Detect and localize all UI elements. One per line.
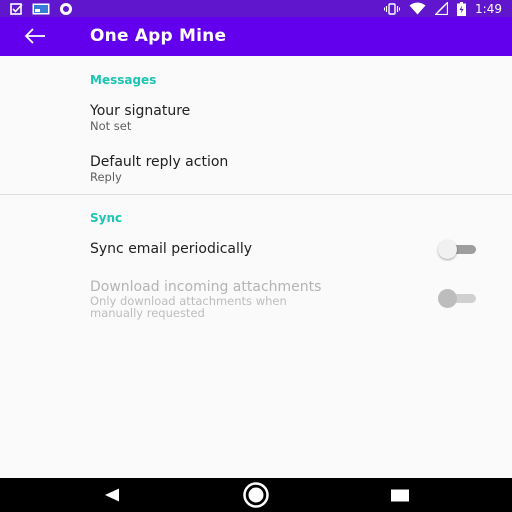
status-bar-system: 1:49 bbox=[384, 0, 502, 17]
pref-summary-line2: manually requested bbox=[90, 306, 205, 320]
pref-title: Download incoming attachments bbox=[90, 279, 322, 295]
pref-summary: Reply bbox=[90, 170, 122, 184]
nav-recents-button[interactable] bbox=[385, 478, 415, 512]
status-time: 1:49 bbox=[475, 1, 502, 16]
media-icon bbox=[32, 3, 50, 14]
navigation-bar bbox=[0, 478, 512, 512]
recents-square-icon bbox=[391, 489, 409, 501]
back-triangle-icon bbox=[105, 488, 119, 502]
switch-thumb bbox=[438, 240, 457, 259]
task-icon bbox=[10, 2, 23, 15]
nav-back-button[interactable] bbox=[97, 478, 127, 512]
back-button[interactable] bbox=[20, 23, 50, 49]
page-title: One App Mine bbox=[90, 26, 227, 46]
arrow-back-icon bbox=[24, 28, 45, 44]
section-header-messages: Messages bbox=[90, 73, 157, 87]
download-attachments-switch bbox=[438, 288, 478, 308]
pref-sync-email-periodically[interactable]: Sync email periodically bbox=[0, 230, 512, 270]
pref-title: Your signature bbox=[90, 103, 191, 119]
status-bar: 1:49 bbox=[0, 0, 512, 17]
section-divider bbox=[0, 194, 512, 195]
nav-home-button[interactable] bbox=[240, 478, 272, 512]
pref-your-signature[interactable]: Your signature Not set bbox=[0, 96, 512, 142]
record-icon bbox=[60, 2, 72, 15]
vibrate-icon bbox=[384, 2, 401, 15]
pref-default-reply-action[interactable]: Default reply action Reply bbox=[0, 146, 512, 192]
sync-periodically-switch[interactable] bbox=[438, 239, 478, 259]
pref-download-attachments: Download incoming attachments Only downl… bbox=[0, 276, 512, 326]
section-header-sync: Sync bbox=[90, 211, 123, 225]
battery-charging-icon bbox=[457, 1, 467, 16]
pref-title: Default reply action bbox=[90, 154, 229, 170]
app-bar: One App Mine bbox=[0, 17, 512, 56]
wifi-icon bbox=[409, 2, 426, 15]
switch-thumb bbox=[438, 289, 457, 308]
pref-title: Sync email periodically bbox=[90, 241, 253, 257]
signal-icon bbox=[435, 2, 449, 15]
pref-summary: Not set bbox=[90, 119, 132, 133]
home-circle-icon bbox=[243, 482, 269, 508]
status-bar-notifications bbox=[10, 0, 73, 17]
settings-list[interactable]: Messages Your signature Not set Default … bbox=[0, 56, 512, 478]
